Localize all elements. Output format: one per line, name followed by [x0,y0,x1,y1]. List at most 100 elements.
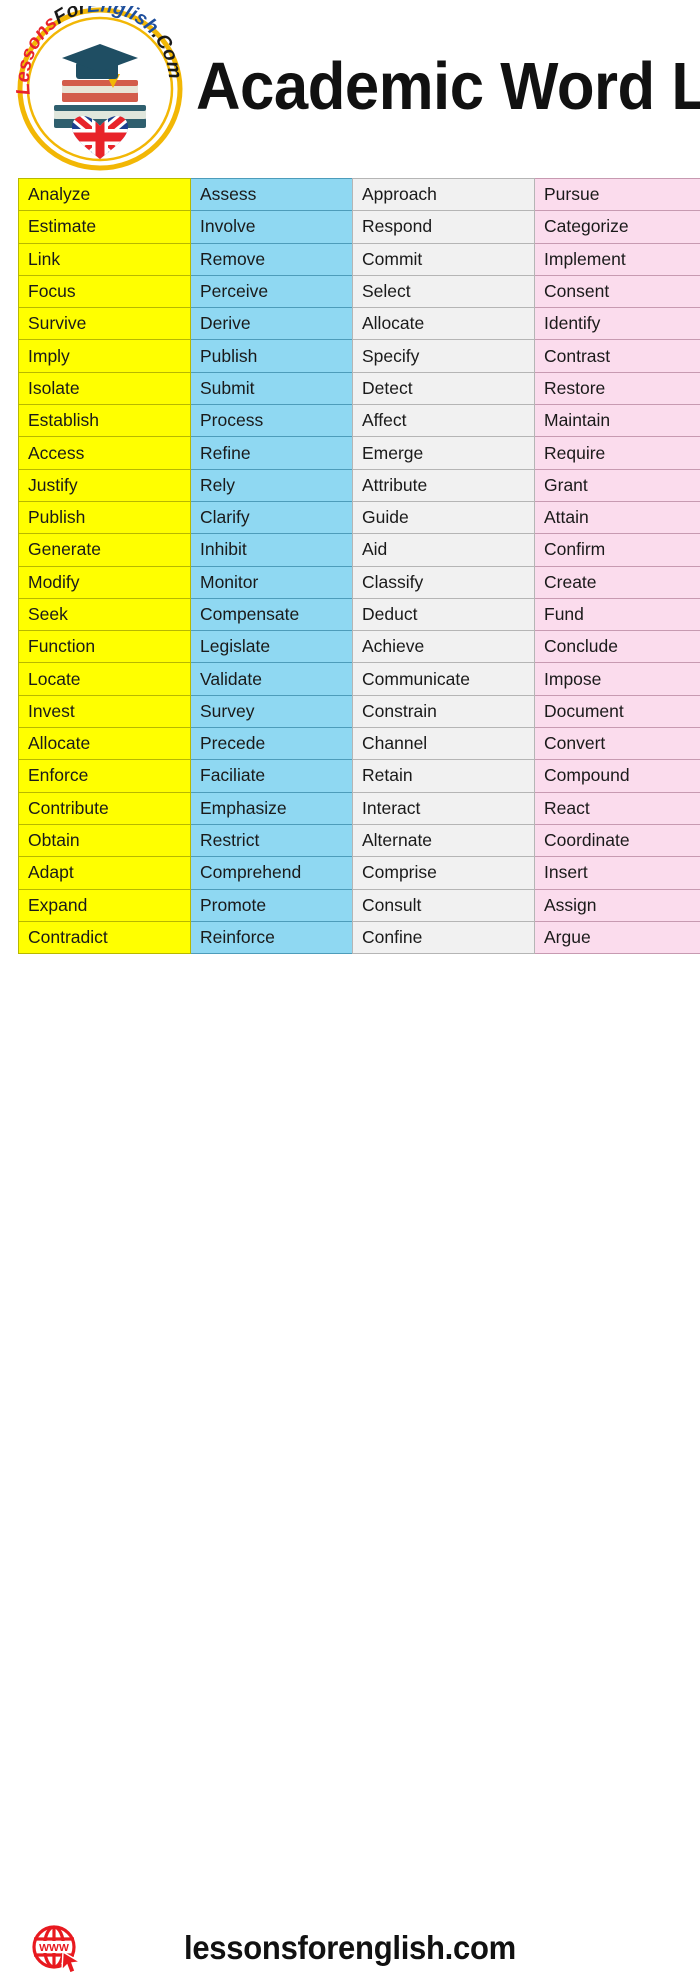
table-row: ImplyPublish [19,340,363,372]
table-row: AllocateIdentify [353,308,700,340]
word-cell-yellow: Allocate [19,728,191,760]
table-row: PublishClarify [19,501,363,533]
footer-website-url[interactable]: lessonsforenglish.com [184,1923,516,1973]
table-row: SeekCompensate [19,598,363,630]
word-cell-pink: Attain [535,501,700,533]
word-cell-yellow: Isolate [19,372,191,404]
table-row: ObtainRestrict [19,824,363,856]
site-logo: LessonsForEnglish.Com [14,6,186,172]
page-title: Academic Word List [196,44,656,130]
table-row: AllocatePrecede [19,728,363,760]
word-cell-blue: Precede [191,728,363,760]
word-cell-blue: Process [191,405,363,437]
word-cell-yellow: Imply [19,340,191,372]
word-cell-pink: Grant [535,469,700,501]
word-cell-pink: Confirm [535,534,700,566]
word-cell-yellow: Generate [19,534,191,566]
word-cell-pink: Coordinate [535,824,700,856]
word-cell-blue: Promote [191,889,363,921]
word-cell-yellow: Enforce [19,760,191,792]
word-cell-blue: Reinforce [191,921,363,953]
word-cell-yellow: Function [19,631,191,663]
table-row: DetectRestore [353,372,700,404]
word-cell-yellow: Obtain [19,824,191,856]
word-cell-blue: Submit [191,372,363,404]
word-cell-blue: Faciliate [191,760,363,792]
table-row: RetainCompound [353,760,700,792]
word-cell-yellow: Invest [19,695,191,727]
table-row: SpecifyContrast [353,340,700,372]
word-cell-pink: Implement [535,243,700,275]
globe-www-icon: WWW [30,1923,82,1973]
table-row: AccessRefine [19,437,363,469]
table-row: FocusPerceive [19,275,363,307]
word-cell-gray: Attribute [353,469,535,501]
word-cell-gray: Respond [353,211,535,243]
word-cell-blue: Clarify [191,501,363,533]
table-row: ClassifyCreate [353,566,700,598]
word-cell-yellow: Locate [19,663,191,695]
word-cell-pink: Impose [535,663,700,695]
word-cell-gray: Retain [353,760,535,792]
word-cell-pink: React [535,792,700,824]
word-cell-gray: Consult [353,889,535,921]
word-cell-blue: Validate [191,663,363,695]
word-cell-gray: Channel [353,728,535,760]
word-cell-gray: Specify [353,340,535,372]
table-row: ConsultAssign [353,889,700,921]
word-cell-pink: Create [535,566,700,598]
table-row: EmergeRequire [353,437,700,469]
word-cell-gray: Constrain [353,695,535,727]
table-row: EnforceFaciliate [19,760,363,792]
table-row: InvestSurvey [19,695,363,727]
table-row: EstimateInvolve [19,211,363,243]
table-row: CompriseInsert [353,857,700,889]
word-cell-gray: Aid [353,534,535,566]
word-cell-blue: Restrict [191,824,363,856]
word-cell-yellow: Establish [19,405,191,437]
word-cell-gray: Detect [353,372,535,404]
word-cell-yellow: Contradict [19,921,191,953]
word-cell-blue: Rely [191,469,363,501]
word-cell-pink: Document [535,695,700,727]
word-cell-pink: Identify [535,308,700,340]
word-cell-gray: Interact [353,792,535,824]
table-row: LocateValidate [19,663,363,695]
word-cell-gray: Achieve [353,631,535,663]
word-cell-yellow: Survive [19,308,191,340]
table-row: IsolateSubmit [19,372,363,404]
table-row: DeductFund [353,598,700,630]
word-cell-yellow: Analyze [19,179,191,211]
word-cell-gray: Select [353,275,535,307]
word-cell-pink: Conclude [535,631,700,663]
word-cell-yellow: Justify [19,469,191,501]
word-cell-blue: Survey [191,695,363,727]
table-row: InteractReact [353,792,700,824]
word-cell-blue: Assess [191,179,363,211]
table-row: GenerateInhibit [19,534,363,566]
word-cell-blue: Compensate [191,598,363,630]
table-row: ExpandPromote [19,889,363,921]
table-row: AffectMaintain [353,405,700,437]
word-cell-pink: Compound [535,760,700,792]
word-table-left: AnalyzeAssessEstimateInvolveLinkRemoveFo… [18,178,363,954]
word-cell-pink: Fund [535,598,700,630]
table-row: AlternateCoordinate [353,824,700,856]
word-cell-pink: Contrast [535,340,700,372]
word-cell-pink: Require [535,437,700,469]
table-row: SurviveDerive [19,308,363,340]
word-cell-gray: Allocate [353,308,535,340]
word-cell-blue: Perceive [191,275,363,307]
word-cell-gray: Approach [353,179,535,211]
table-row: ModifyMonitor [19,566,363,598]
word-table-right: ApproachPursueRespondCategorizeCommitImp… [352,178,700,954]
page-footer: WWW lessonsforenglish.com [0,960,700,1015]
table-row: AnalyzeAssess [19,179,363,211]
word-cell-pink: Restore [535,372,700,404]
page-header: LessonsForEnglish.Com [0,0,700,172]
word-cell-blue: Remove [191,243,363,275]
word-cell-yellow: Access [19,437,191,469]
word-cell-gray: Deduct [353,598,535,630]
table-row: EstablishProcess [19,405,363,437]
word-cell-yellow: Estimate [19,211,191,243]
